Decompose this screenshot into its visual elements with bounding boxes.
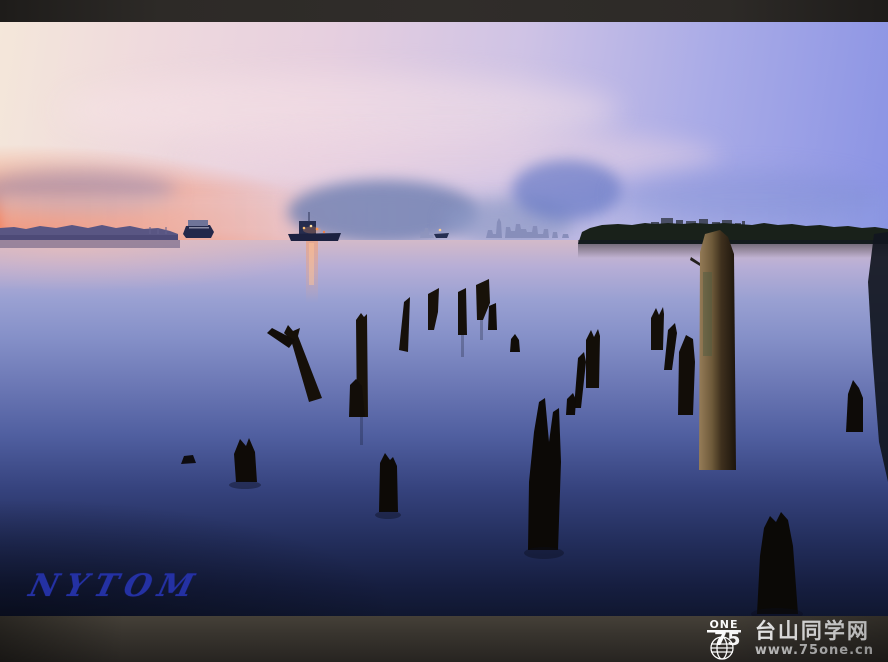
logo-underline	[707, 630, 741, 633]
site-url: www.75one.cn	[755, 644, 874, 658]
right-edge-silhouette	[868, 232, 888, 482]
logo-one-text: ONE	[709, 618, 738, 631]
site-branding: ONE 75 台山同学网 www.75one.cn	[701, 616, 874, 662]
page: NYTOM ONE 75 台山同学网 www.75one.cn	[0, 0, 888, 662]
site-name: 台山同学网	[755, 620, 874, 642]
photographer-watermark: NYTOM	[26, 568, 205, 604]
site-logo-75one: ONE 75	[701, 617, 747, 661]
left-shoreline-silhouette	[0, 225, 207, 248]
tanker-ship	[288, 212, 341, 241]
small-boat	[420, 228, 449, 238]
horizon-and-pilings-layer	[0, 22, 888, 616]
wireframe-globe-icon	[711, 637, 733, 659]
ferry-ship	[183, 220, 214, 238]
light-reflection-streak	[306, 241, 318, 303]
city-skyline	[486, 218, 569, 238]
seascape-photo: NYTOM	[0, 22, 888, 616]
logo-numeral: 75	[714, 628, 740, 650]
top-letterbox-bar	[0, 0, 888, 22]
site-text-block: 台山同学网 www.75one.cn	[755, 620, 874, 658]
bottom-caption-bar: ONE 75 台山同学网 www.75one.cn	[0, 616, 888, 662]
wooden-pilings	[181, 230, 863, 614]
